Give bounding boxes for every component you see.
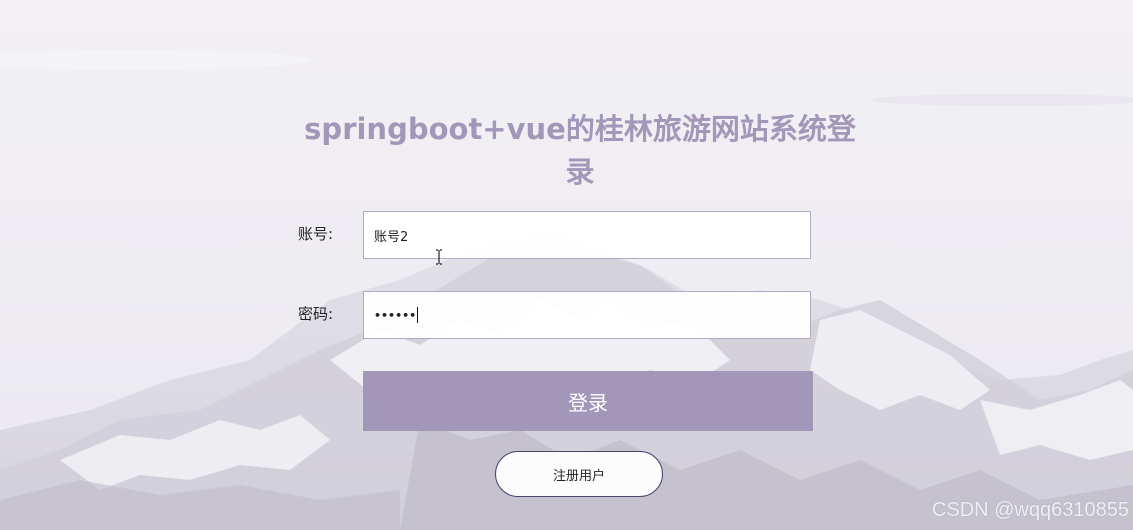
login-button[interactable]: 登录 [363, 371, 813, 431]
text-caret [417, 307, 419, 323]
watermark: CSDN @wqq6310855 [931, 499, 1129, 521]
username-label: 账号: [298, 225, 334, 243]
register-button[interactable]: 注册用户 [495, 451, 663, 497]
i-beam-cursor-icon [436, 249, 442, 265]
username-input[interactable]: 账号2 [363, 211, 811, 259]
username-input-value: 账号2 [374, 229, 409, 245]
page-title: springboot+vue的桂林旅游网站系统登录 [304, 112, 856, 189]
password-label: 密码: [298, 305, 334, 323]
password-input[interactable]: •••••• [363, 291, 811, 339]
password-input-value: •••••• [374, 308, 417, 322]
